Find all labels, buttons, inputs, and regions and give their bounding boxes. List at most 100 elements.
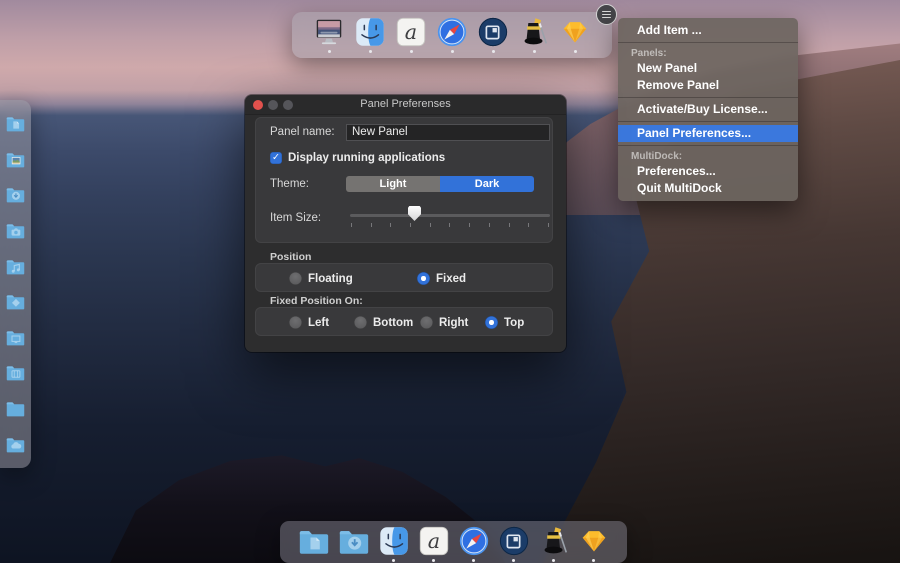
dialog-title: Panel Preferenses bbox=[360, 98, 451, 110]
magic-hat-icon[interactable] bbox=[517, 15, 551, 53]
folder-music-icon[interactable] bbox=[5, 256, 26, 277]
display-running-checkbox[interactable]: ✓ bbox=[270, 151, 282, 164]
slider-tick bbox=[351, 223, 352, 227]
safari-icon[interactable] bbox=[435, 15, 469, 53]
dock-menu-button[interactable] bbox=[596, 4, 617, 25]
running-indicator-dot bbox=[392, 559, 395, 562]
dialog-titlebar[interactable]: Panel Preferenses bbox=[245, 95, 566, 115]
folder-camera-icon[interactable] bbox=[5, 220, 26, 241]
running-indicator-dot bbox=[472, 559, 475, 562]
menu-item-activate-buy-license[interactable]: Activate/Buy License... bbox=[618, 101, 798, 118]
folder-downloads-icon[interactable] bbox=[337, 524, 371, 562]
radio-circle[interactable] bbox=[420, 316, 433, 329]
menu-section-multidock: MultiDock: bbox=[631, 151, 683, 162]
fixed-position-section-label: Fixed Position On: bbox=[270, 295, 363, 307]
running-indicator-dot bbox=[368, 50, 372, 53]
running-indicator-dot bbox=[491, 50, 495, 53]
running-indicator-dot bbox=[573, 50, 577, 53]
menu-separator bbox=[618, 121, 798, 122]
position-section-label: Position bbox=[270, 251, 312, 263]
running-indicator-dot bbox=[409, 50, 413, 53]
slider-tick bbox=[528, 223, 530, 227]
theme-segment-light[interactable]: Light bbox=[346, 176, 440, 192]
running-indicator-dot bbox=[592, 559, 595, 562]
running-indicator-dot bbox=[450, 50, 454, 53]
folder-diamond-icon[interactable] bbox=[5, 291, 26, 312]
close-button[interactable] bbox=[253, 99, 263, 110]
display-running-label: Display running applications bbox=[288, 151, 446, 164]
desktop: a Add Item ... Panels: New Panel Remove Pan… bbox=[0, 0, 900, 563]
theme-segmented-control: Light Dark bbox=[346, 176, 534, 192]
fixed-position-radio-bottom[interactable]: Bottom bbox=[354, 316, 413, 329]
radio-label: Right bbox=[439, 316, 469, 329]
running-indicator-dot bbox=[512, 559, 515, 562]
svg-text:a: a bbox=[405, 20, 417, 44]
sketch-icon[interactable] bbox=[558, 15, 592, 53]
theme-label: Theme: bbox=[270, 178, 309, 190]
radio-circle[interactable] bbox=[289, 316, 302, 329]
radio-label: Top bbox=[504, 316, 525, 329]
item-size-slider[interactable] bbox=[350, 203, 550, 233]
script-a-icon[interactable]: a bbox=[394, 15, 428, 53]
multidock-icon[interactable] bbox=[476, 15, 510, 53]
magic-hat-icon[interactable] bbox=[537, 524, 571, 562]
display-icon[interactable] bbox=[312, 15, 346, 53]
menu-item-quit-multidock[interactable]: Quit MultiDock bbox=[618, 180, 798, 197]
radio-circle[interactable] bbox=[354, 316, 367, 329]
bottom-dock-panel: a bbox=[280, 521, 627, 563]
radio-label: Fixed bbox=[436, 272, 467, 285]
panel-name-label: Panel name: bbox=[270, 126, 335, 138]
folder-downloads-icon[interactable] bbox=[5, 184, 26, 205]
slider-tick bbox=[508, 223, 510, 227]
menu-item-add-item[interactable]: Add Item ... bbox=[618, 22, 798, 39]
radio-circle[interactable] bbox=[289, 272, 302, 285]
folder-plain-icon[interactable] bbox=[5, 398, 26, 419]
top-dock-panel: a bbox=[292, 12, 612, 58]
script-a-icon[interactable]: a bbox=[417, 524, 451, 562]
theme-segment-dark[interactable]: Dark bbox=[440, 176, 534, 192]
fixed-position-group: Left Bottom Right Top bbox=[255, 307, 553, 336]
slider-tick bbox=[488, 223, 490, 227]
position-radio-fixed[interactable]: Fixed bbox=[417, 272, 466, 285]
item-size-label: Item Size: bbox=[270, 212, 322, 224]
menu-separator bbox=[618, 97, 798, 98]
radio-label: Left bbox=[308, 316, 330, 329]
folder-photos-icon[interactable] bbox=[5, 149, 26, 170]
checkmark-icon: ✓ bbox=[272, 151, 280, 163]
slider-tick bbox=[547, 223, 549, 227]
slider-tick bbox=[449, 223, 451, 227]
fixed-position-radio-right[interactable]: Right bbox=[420, 316, 468, 329]
panel-name-input[interactable] bbox=[346, 123, 550, 141]
traffic-lights bbox=[253, 99, 293, 110]
menu-item-preferences[interactable]: Preferences... bbox=[618, 163, 798, 180]
folder-cloud-icon[interactable] bbox=[5, 434, 26, 455]
zoom-button[interactable] bbox=[283, 99, 293, 110]
folder-desktop-icon[interactable] bbox=[5, 327, 26, 348]
radio-circle[interactable] bbox=[417, 272, 430, 285]
left-dock-panel bbox=[0, 100, 31, 468]
running-indicator-dot bbox=[327, 50, 331, 53]
finder-icon[interactable] bbox=[377, 524, 411, 562]
menu-item-new-panel[interactable]: New Panel bbox=[618, 60, 798, 77]
finder-icon[interactable] bbox=[353, 15, 387, 53]
menu-section-panels: Panels: bbox=[631, 48, 667, 59]
menu-item-remove-panel[interactable]: Remove Panel bbox=[618, 77, 798, 94]
safari-icon[interactable] bbox=[457, 524, 491, 562]
slider-track[interactable] bbox=[350, 214, 550, 217]
multidock-icon[interactable] bbox=[497, 524, 531, 562]
folder-documents-icon[interactable] bbox=[297, 524, 331, 562]
folder-documents-icon[interactable] bbox=[5, 113, 26, 134]
minimize-button[interactable] bbox=[268, 99, 278, 110]
slider-ticks bbox=[351, 223, 549, 227]
running-indicator-dot bbox=[532, 50, 536, 53]
fixed-position-radio-left[interactable]: Left bbox=[289, 316, 329, 329]
fixed-position-radio-top[interactable]: Top bbox=[485, 316, 524, 329]
slider-tick bbox=[429, 223, 431, 227]
position-radio-floating[interactable]: Floating bbox=[289, 272, 353, 285]
slider-thumb[interactable] bbox=[408, 206, 421, 221]
folder-movies-icon[interactable] bbox=[5, 362, 26, 383]
radio-circle[interactable] bbox=[485, 316, 498, 329]
sketch-icon[interactable] bbox=[577, 524, 611, 562]
position-group: Floating Fixed bbox=[255, 263, 553, 292]
menu-item-panel-preferences[interactable]: Panel Preferences... bbox=[618, 125, 798, 142]
